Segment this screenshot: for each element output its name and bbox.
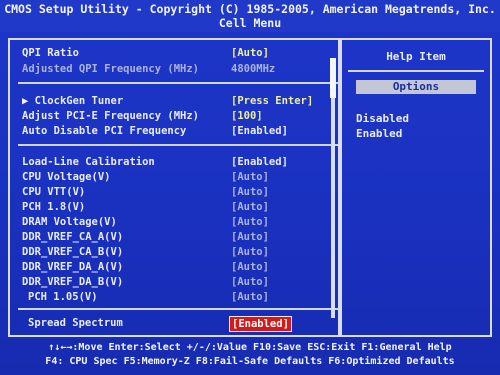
setting-ddr-vref-ca-b[interactable]: DDR_VREF_CA_B(V) [Auto] xyxy=(22,245,332,259)
setting-value[interactable]: [Auto] xyxy=(231,230,269,244)
key-legend-line-2: F4: CPU Spec F5:Memory-Z F8:Fail-Safe De… xyxy=(45,356,455,367)
setting-label: Auto Disable PCI Frequency xyxy=(22,125,187,137)
setting-label: Adjusted QPI Frequency (MHz) xyxy=(22,63,200,75)
setting-value[interactable]: [Auto] xyxy=(231,245,269,259)
setting-ddr-vref-da-a[interactable]: DDR_VREF_DA_A(V) [Auto] xyxy=(22,260,332,274)
header-bar: CMOS Setup Utility - Copyright (C) 1985-… xyxy=(0,0,500,32)
setting-label: QPI Ratio xyxy=(22,47,79,59)
option-disabled[interactable]: Disabled xyxy=(356,112,409,125)
setting-label: DDR_VREF_CA_B(V) xyxy=(22,246,124,258)
setting-value[interactable]: [Auto] xyxy=(231,200,269,214)
scrollbar[interactable] xyxy=(330,58,336,318)
setting-clockgen-tuner[interactable]: ▶ ClockGen Tuner [Press Enter] xyxy=(22,94,332,108)
setting-value[interactable]: [Auto] xyxy=(231,290,269,304)
setting-cpu-vtt[interactable]: CPU VTT(V) [Auto] xyxy=(22,185,332,199)
setting-label: PCH 1.05(V) xyxy=(28,291,98,303)
scrollbar-thumb[interactable] xyxy=(330,58,336,98)
setting-load-line[interactable]: Load-Line Calibration [Enabled] xyxy=(22,155,332,169)
setting-label: PCH 1.8(V) xyxy=(22,201,86,213)
setting-dram-voltage[interactable]: DRAM Voltage(V) [Auto] xyxy=(22,215,332,229)
copyright-title: CMOS Setup Utility - Copyright (C) 1985-… xyxy=(4,2,496,16)
setting-label: Spread Spectrum xyxy=(28,317,123,329)
key-legend: ↑↓←→:Move Enter:Select +/-/:Value F10:Sa… xyxy=(0,338,500,375)
setting-label: CPU Voltage(V) xyxy=(22,171,111,183)
setting-cpu-voltage[interactable]: CPU Voltage(V) [Auto] xyxy=(22,170,332,184)
divider xyxy=(18,144,338,146)
setting-value[interactable]: [Auto] xyxy=(231,170,269,184)
setting-spread-spectrum[interactable]: Spread Spectrum [Enabled] xyxy=(22,316,332,332)
setting-ddr-vref-da-b[interactable]: DDR_VREF_DA_B(V) [Auto] xyxy=(22,275,332,289)
divider xyxy=(18,308,338,310)
settings-panel: QPI Ratio [Auto] Adjusted QPI Frequency … xyxy=(8,38,340,337)
setting-adjusted-qpi: Adjusted QPI Frequency (MHz) 4800MHz xyxy=(22,62,332,76)
setting-pch-18[interactable]: PCH 1.8(V) [Auto] xyxy=(22,200,332,214)
setting-value[interactable]: [Enabled] xyxy=(231,155,288,169)
help-title: Help Item xyxy=(386,50,446,63)
setting-label: Adjust PCI-E Frequency (MHz) xyxy=(22,110,200,122)
setting-value[interactable]: [Press Enter] xyxy=(231,94,313,108)
setting-value[interactable]: [Enabled] xyxy=(231,124,288,138)
help-panel: Help Item Options Disabled Enabled xyxy=(340,38,492,337)
setting-value: 4800MHz xyxy=(231,63,276,75)
bios-screen: CMOS Setup Utility - Copyright (C) 1985-… xyxy=(0,0,500,375)
setting-value[interactable]: [Auto] xyxy=(231,185,269,199)
setting-auto-disable-pci[interactable]: Auto Disable PCI Frequency [Enabled] xyxy=(22,124,332,138)
setting-adjust-pcie[interactable]: Adjust PCI-E Frequency (MHz) [100] xyxy=(22,109,332,123)
setting-qpi-ratio[interactable]: QPI Ratio [Auto] xyxy=(22,46,332,60)
setting-value[interactable]: [Auto] xyxy=(231,215,269,229)
setting-value[interactable]: [Auto] xyxy=(231,46,269,60)
submenu-arrow-icon: ▶ xyxy=(22,95,29,107)
setting-label: DDR_VREF_DA_B(V) xyxy=(22,276,124,288)
setting-pch-105[interactable]: PCH 1.05(V) [Auto] xyxy=(22,290,332,304)
setting-label: Load-Line Calibration xyxy=(22,156,155,168)
key-legend-line-1: ↑↓←→:Move Enter:Select +/-/:Value F10:Sa… xyxy=(48,342,452,353)
option-enabled[interactable]: Enabled xyxy=(356,127,402,140)
divider xyxy=(348,70,484,72)
setting-label: DDR_VREF_DA_A(V) xyxy=(22,261,124,273)
setting-label: DDR_VREF_CA_A(V) xyxy=(22,231,124,243)
setting-label: CPU VTT(V) xyxy=(22,186,86,198)
setting-ddr-vref-ca-a[interactable]: DDR_VREF_CA_A(V) [Auto] xyxy=(22,230,332,244)
setting-value[interactable]: [Auto] xyxy=(231,275,269,289)
setting-label: DRAM Voltage(V) xyxy=(22,216,117,228)
setting-label: ClockGen Tuner xyxy=(34,95,124,107)
divider xyxy=(18,82,338,84)
menu-title: Cell Menu xyxy=(218,16,282,30)
setting-value[interactable]: [100] xyxy=(231,109,263,123)
setting-value[interactable]: [Auto] xyxy=(231,260,269,274)
options-header: Options xyxy=(356,80,476,94)
setting-value-selected[interactable]: [Enabled] xyxy=(229,316,292,332)
